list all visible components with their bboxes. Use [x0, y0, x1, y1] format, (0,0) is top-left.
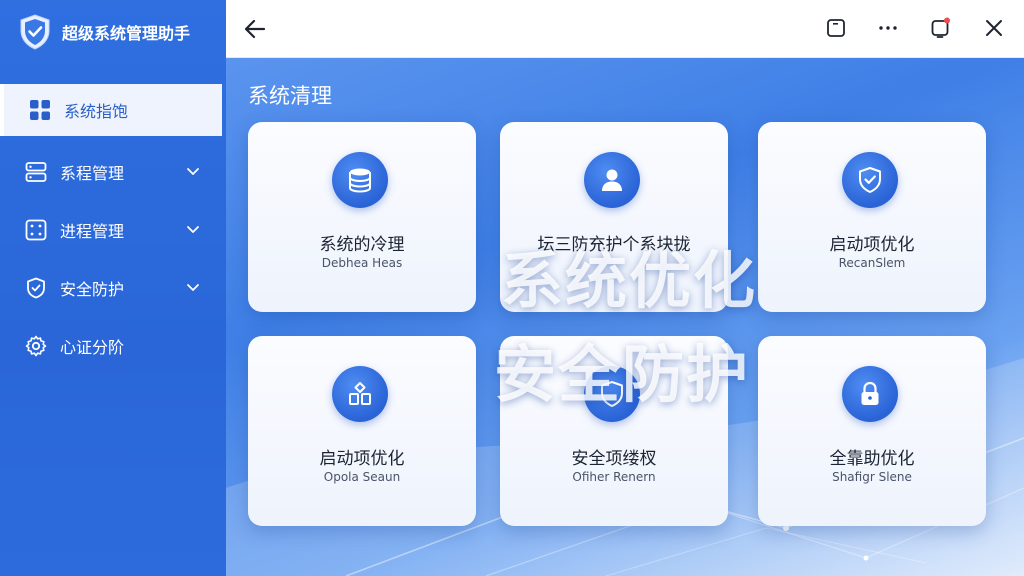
close-icon[interactable] — [982, 16, 1006, 40]
card-subtitle: Ofiher Renern — [572, 470, 656, 484]
card-title: 启动项优化 — [829, 235, 915, 255]
user-icon — [602, 169, 622, 191]
main-content: 系统清理 系统的冷理 Debhea Heas 坛三防充护个系块拢 启动项优化 R… — [226, 58, 1024, 576]
card-subtitle: Debhea Heas — [321, 256, 403, 270]
card-subtitle: Opola Seaun — [323, 470, 401, 484]
overlay-text-optimize: 系统优化 — [501, 244, 758, 317]
shield-logo-icon — [20, 14, 50, 50]
sidebar-item-process-management[interactable]: 系程管理 — [0, 146, 226, 198]
lock-icon — [861, 381, 879, 405]
card-subtitle: RecanSlem — [838, 256, 906, 270]
more-icon[interactable] — [876, 16, 900, 40]
card-startup-optimize[interactable]: 启动项优化 RecanSlem — [758, 122, 986, 312]
brand: 超级系统管理助手 — [18, 12, 218, 52]
card-startup-items[interactable]: 启动项优化 Opola Seaun — [248, 336, 476, 526]
window-icon[interactable] — [824, 16, 848, 40]
sidebar-item-label: 心证分阶 — [60, 338, 125, 357]
app-title: 超级系统管理助手 — [62, 24, 191, 43]
sidebar-nav: 系统指饱 系程管理 进程管理 安全防护 心证分阶 — [0, 84, 226, 378]
card-icon-wrap — [332, 152, 388, 208]
card-title: 系统的冷理 — [319, 235, 405, 255]
server-icon — [25, 162, 47, 182]
database-icon — [349, 168, 371, 193]
card-title: 安全项缕杈 — [571, 449, 657, 469]
dice-icon — [25, 219, 47, 241]
card-system-cleanup[interactable]: 系统的冷理 Debhea Heas — [248, 122, 476, 312]
card-subtitle: Shafigr Slene — [832, 470, 912, 484]
chevron-down-icon — [187, 226, 199, 233]
card-icon-wrap — [332, 366, 388, 422]
top-bar — [226, 0, 1024, 58]
card-title: 全靠助优化 — [829, 449, 915, 469]
chevron-down-icon — [187, 284, 199, 291]
gear-icon — [25, 335, 47, 357]
shield-check-icon — [859, 167, 881, 193]
section-title: 系统清理 — [248, 84, 332, 108]
card-title: 启动项优化 — [319, 449, 405, 469]
sidebar-item-label: 系统指饱 — [64, 102, 129, 121]
back-arrow-icon[interactable] — [242, 16, 268, 42]
sidebar-item-security[interactable]: 安全防护 — [0, 262, 226, 314]
card-full-optimize[interactable]: 全靠助优化 Shafigr Slene — [758, 336, 986, 526]
blocks-icon — [349, 382, 371, 405]
sidebar-item-settings[interactable]: 心证分阶 — [0, 320, 226, 372]
sidebar-item-label: 进程管理 — [60, 222, 125, 241]
chevron-down-icon — [187, 168, 199, 175]
sidebar-item-task-management[interactable]: 进程管理 — [0, 204, 226, 256]
sidebar-item-label: 系程管理 — [60, 164, 125, 183]
card-icon-wrap — [842, 152, 898, 208]
notification-icon[interactable] — [928, 16, 952, 40]
sidebar: 超级系统管理助手 系统指饱 系程管理 进程管理 安全防护 心证分阶 — [0, 0, 226, 576]
grid-icon — [30, 100, 50, 120]
overlay-text-security: 安全防护 — [494, 338, 751, 411]
sidebar-item-system-dashboard[interactable]: 系统指饱 — [0, 84, 222, 136]
sidebar-item-label: 安全防护 — [60, 280, 125, 299]
shield-icon — [27, 277, 45, 299]
card-icon-wrap — [584, 152, 640, 208]
card-icon-wrap — [842, 366, 898, 422]
